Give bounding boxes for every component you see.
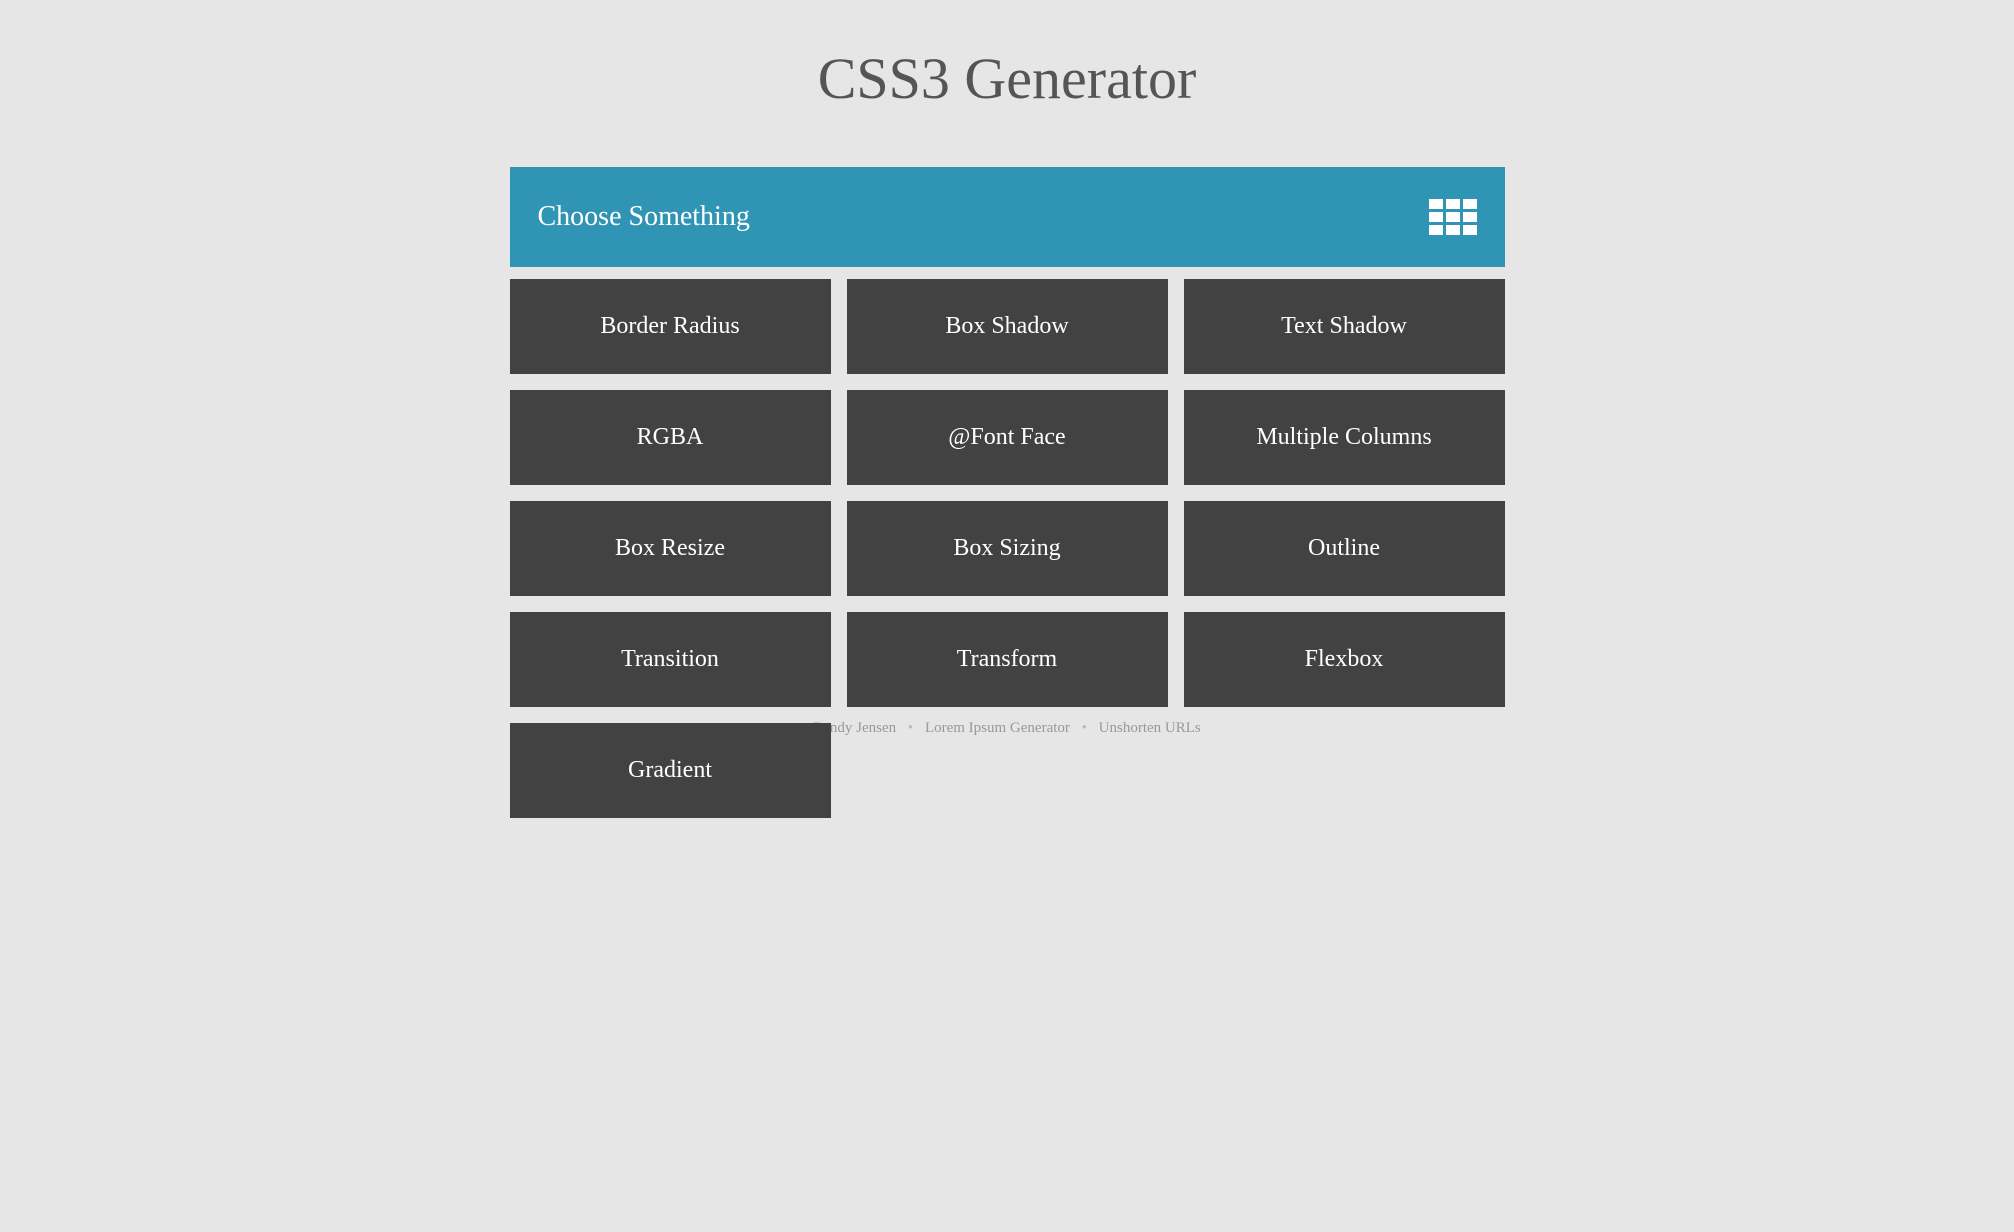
option-box-sizing[interactable]: Box Sizing xyxy=(847,501,1168,596)
option-transform[interactable]: Transform xyxy=(847,612,1168,707)
grid-icon xyxy=(1429,199,1477,235)
option-transition[interactable]: Transition xyxy=(510,612,831,707)
option-box-shadow[interactable]: Box Shadow xyxy=(847,279,1168,374)
option-rgba[interactable]: RGBA xyxy=(510,390,831,485)
page-title: CSS3 Generator xyxy=(0,0,2014,167)
options-grid: Border Radius Box Shadow Text Shadow RGB… xyxy=(510,279,1505,818)
choose-label: Choose Something xyxy=(538,201,750,233)
choose-dropdown-header[interactable]: Choose Something xyxy=(510,167,1505,267)
option-box-resize[interactable]: Box Resize xyxy=(510,501,831,596)
option-border-radius[interactable]: Border Radius xyxy=(510,279,831,374)
option-outline[interactable]: Outline xyxy=(1184,501,1505,596)
option-text-shadow[interactable]: Text Shadow xyxy=(1184,279,1505,374)
option-flexbox[interactable]: Flexbox xyxy=(1184,612,1505,707)
option-gradient[interactable]: Gradient xyxy=(510,723,831,818)
option-multiple-columns[interactable]: Multiple Columns xyxy=(1184,390,1505,485)
option-font-face[interactable]: @Font Face xyxy=(847,390,1168,485)
